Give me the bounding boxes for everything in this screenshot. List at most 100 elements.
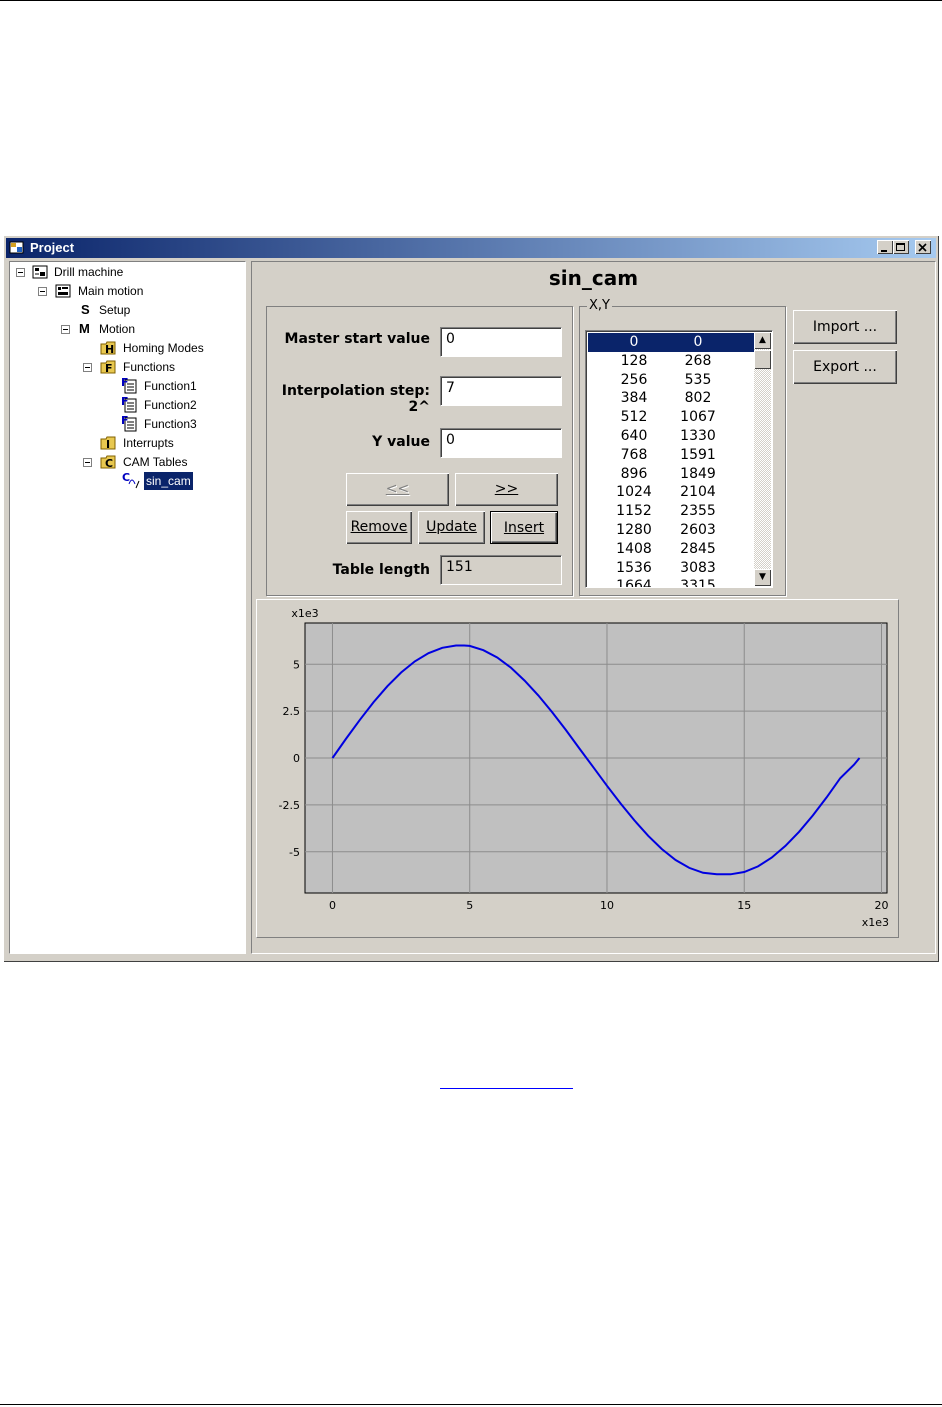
collapse-icon[interactable] <box>38 287 47 296</box>
xy-row[interactable]: 640 1330 <box>588 427 754 446</box>
cam-table-icon: C <box>122 472 140 489</box>
xy-cell-y: 2355 <box>680 503 716 520</box>
xy-cell-y: 2845 <box>680 540 716 557</box>
function-doc-icon: F <box>121 378 137 394</box>
x-tick-label: 20 <box>875 899 889 912</box>
xy-cell-y: 1067 <box>680 409 716 426</box>
motion-group-icon <box>55 284 71 298</box>
xy-row[interactable]: 512 1067 <box>588 408 754 427</box>
xy-cell-y: 3083 <box>680 559 716 576</box>
scroll-down-icon[interactable]: ▼ <box>754 569 771 586</box>
interp-step-input[interactable]: 7 <box>440 376 562 406</box>
x-tick-label: 10 <box>600 899 614 912</box>
xy-row[interactable]: 768 1591 <box>588 446 754 465</box>
svg-text:C: C <box>122 472 130 484</box>
svg-text:F: F <box>121 378 129 389</box>
x-tick-label: 15 <box>737 899 751 912</box>
cam-table-title: sin_cam <box>548 266 639 290</box>
maximize-icon[interactable] <box>893 240 909 254</box>
y-multiplier-label: x1e3 <box>291 607 318 620</box>
xy-cell-y: 1849 <box>680 465 716 482</box>
table-length-field: 151 <box>440 555 562 585</box>
xy-group-label: X,Y <box>587 298 612 313</box>
xy-row[interactable]: 1024 2104 <box>588 483 754 502</box>
xy-row[interactable]: 1536 3083 <box>588 559 754 578</box>
y-value-input[interactable]: 0 <box>440 428 562 458</box>
function-doc-icon: F <box>121 397 137 413</box>
xy-row[interactable]: 00 <box>588 333 754 352</box>
xy-row[interactable]: 128 268 <box>588 352 754 371</box>
project-window-icon <box>9 241 24 254</box>
page-top-rule <box>0 0 942 1</box>
export-button[interactable]: Export ... <box>793 350 897 384</box>
xy-row[interactable]: 1408 2845 <box>588 540 754 559</box>
list-scrollbar[interactable]: ▲ ▼ <box>754 332 771 586</box>
y-tick-label: 0 <box>293 752 300 765</box>
scroll-up-icon[interactable]: ▲ <box>754 332 771 349</box>
svg-text:H: H <box>105 343 114 356</box>
y-tick-label: -5 <box>289 846 300 859</box>
project-icon <box>32 265 48 279</box>
xy-row[interactable]: 1280 2603 <box>588 521 754 540</box>
xy-cell-y: 802 <box>684 390 712 407</box>
collapse-icon[interactable] <box>83 458 92 467</box>
xy-row[interactable]: 1664 3315 <box>588 577 754 588</box>
folder-i-icon: I <box>100 436 116 451</box>
xy-cell-y: 2104 <box>680 484 716 501</box>
setup-s-icon: S <box>81 302 90 317</box>
minimize-icon[interactable] <box>877 240 893 254</box>
folder-h-icon: H <box>100 341 116 356</box>
folder-f-icon: F <box>100 360 116 375</box>
update-button[interactable]: Update <box>418 511 485 544</box>
cam-editor-pane: sin_cam Master start value 0 Interpolati… <box>251 261 936 954</box>
svg-text:F: F <box>121 397 129 408</box>
collapse-icon[interactable] <box>61 325 70 334</box>
svg-text:F: F <box>121 416 129 427</box>
xy-row[interactable]: 256 535 <box>588 371 754 390</box>
xy-row[interactable]: 896 1849 <box>588 465 754 484</box>
next-button[interactable]: >> <box>455 473 558 506</box>
svg-text:C: C <box>105 457 113 470</box>
project-window: Project Drill machine Main motion S Setu… <box>3 235 939 962</box>
xy-list[interactable]: 0 0 128 268 256 535 384 802 512 1067 640 1330 768 159… <box>585 330 773 588</box>
xy-row[interactable]: 384 802 <box>588 389 754 408</box>
cam-profile-chart: 0 5 10 15 20 5 2.5 0 -2.5 -5 x1e3 x1e3 <box>256 599 899 938</box>
xy-cell-y: 535 <box>684 371 712 388</box>
insert-button[interactable]: Insert <box>490 511 558 544</box>
xy-cell-y: 1591 <box>680 446 716 463</box>
svg-text:I: I <box>106 438 110 451</box>
hyperlink-underline[interactable] <box>440 1088 573 1089</box>
folder-c-icon: C <box>100 455 116 470</box>
master-start-input[interactable]: 0 <box>440 327 562 357</box>
xy-cell-y: 268 <box>684 352 712 369</box>
chart-svg: 0 5 10 15 20 5 2.5 0 -2.5 -5 x1e3 x1e3 <box>279 607 889 929</box>
xy-cell-y: 2603 <box>680 522 716 538</box>
table-length-label: Table length <box>332 562 430 578</box>
xy-row[interactable]: 1152 2355 <box>588 502 754 521</box>
window-title: Project <box>30 240 75 255</box>
svg-text:F: F <box>105 362 113 375</box>
x-tick-label: 5 <box>466 899 473 912</box>
xy-cell-y: 1330 <box>680 428 716 444</box>
collapse-icon[interactable] <box>83 363 92 372</box>
xy-cell-y: 3315 <box>680 578 716 588</box>
import-button[interactable]: Import ... <box>793 310 897 344</box>
project-tree[interactable]: Drill machine Main motion S Setup M Moti… <box>9 261 246 954</box>
x-tick-label: 0 <box>329 899 336 912</box>
title-bar[interactable]: Project <box>6 238 936 258</box>
close-icon[interactable] <box>915 240 931 254</box>
y-tick-label: 5 <box>293 658 300 671</box>
xy-cell-y: 0 <box>693 334 703 350</box>
y-tick-label: -2.5 <box>279 799 300 812</box>
y-tick-label: 2.5 <box>283 705 301 718</box>
x-multiplier-label: x1e3 <box>862 916 889 929</box>
y-value-label: Y value <box>372 434 430 450</box>
remove-button[interactable]: Remove <box>346 511 412 544</box>
prev-button[interactable]: << <box>346 473 449 506</box>
collapse-icon[interactable] <box>16 268 25 277</box>
master-start-label: Master start value <box>284 331 430 347</box>
function-doc-icon: F <box>121 416 137 432</box>
motion-m-icon: M <box>79 321 90 336</box>
page-bottom-rule <box>0 1404 942 1405</box>
scroll-thumb[interactable] <box>754 350 771 369</box>
